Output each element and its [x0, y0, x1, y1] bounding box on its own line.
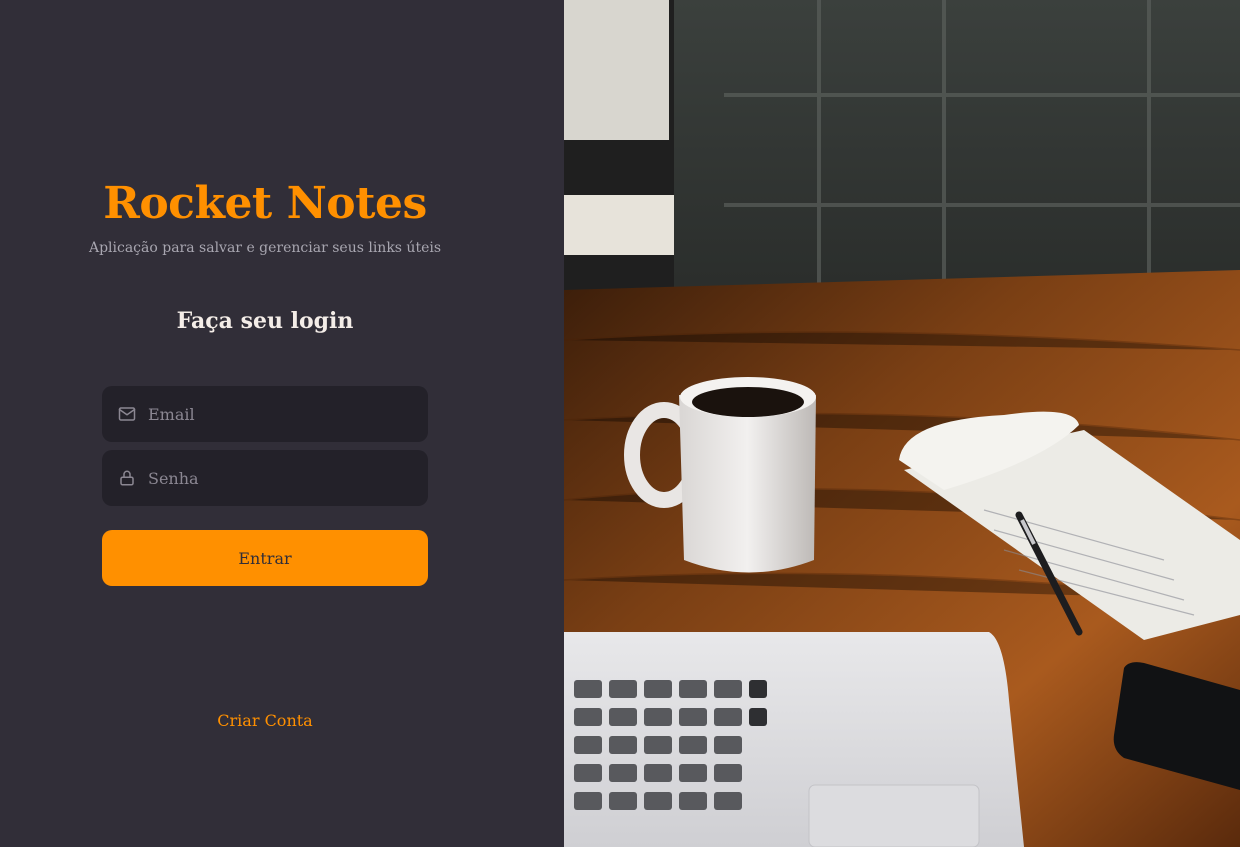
email-input[interactable] — [148, 404, 398, 424]
create-account-link[interactable]: Criar Conta — [0, 711, 530, 730]
workspace-photo — [564, 0, 1240, 847]
login-panel: Rocket Notes Aplicação para salvar e ger… — [0, 0, 564, 847]
email-field[interactable] — [102, 386, 428, 442]
login-heading: Faça seu login — [176, 308, 354, 334]
mail-icon — [118, 405, 136, 423]
password-input[interactable] — [148, 468, 398, 488]
hero-image — [564, 0, 1240, 847]
lock-icon — [118, 469, 136, 487]
brand-title: Rocket Notes — [103, 178, 427, 229]
password-field[interactable] — [102, 450, 428, 506]
submit-button[interactable]: Entrar — [102, 530, 428, 586]
brand-subtitle: Aplicação para salvar e gerenciar seus l… — [88, 240, 442, 256]
